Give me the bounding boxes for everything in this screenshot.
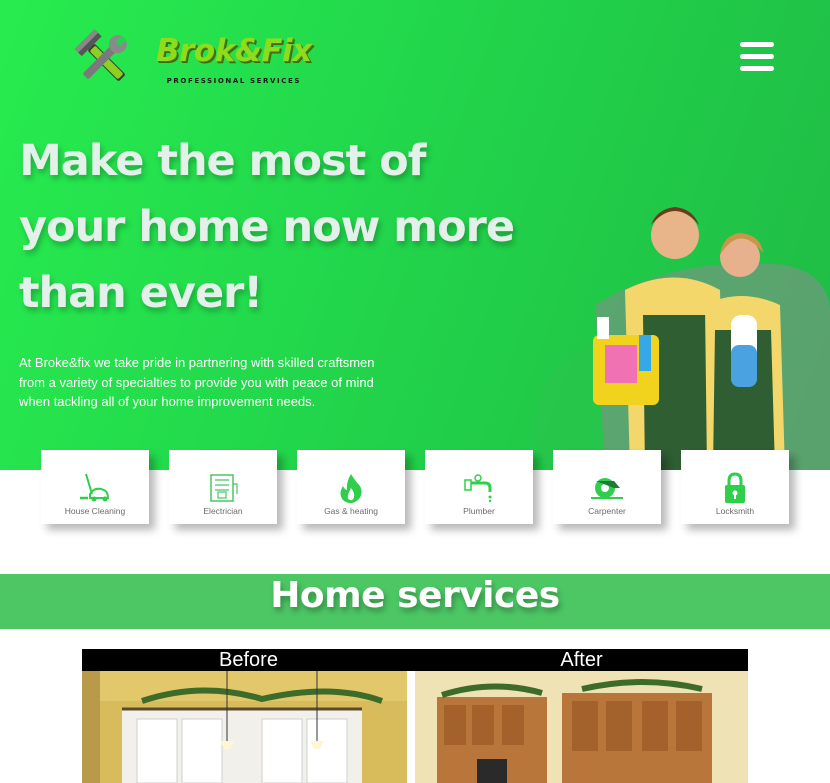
service-card-locksmith[interactable]: Locksmith [681,450,789,524]
faucet-icon [464,474,492,503]
intro-line: from a variety of specialties to provide… [19,374,374,390]
before-label: Before [219,649,278,671]
brand-logo[interactable]: Brok&Fix PROFESSIONAL SERVICES [68,28,312,90]
padlock-icon [725,472,745,503]
kitchen-photos [82,671,748,783]
service-label: Carpenter [588,506,626,516]
headline-line: your home now more [19,202,515,252]
cleaners-photo [535,207,830,470]
intro-line: when tackling all of your home improveme… [19,394,316,409]
vacuum-icon [80,473,110,502]
before-after-image: Before After [82,649,748,783]
intro-line: At Broke&fix we take pride in partnering… [19,355,375,370]
service-label: House Cleaning [64,506,126,516]
service-label: Plumber [463,506,495,516]
service-card-carpenter[interactable]: Carpenter [553,450,661,524]
service-card-house-cleaning[interactable]: House Cleaning [41,450,149,524]
hero-headline: Make the most of your home now more than… [19,128,539,326]
service-label: Locksmith [715,506,755,516]
after-label: After [560,649,603,671]
circular-saw-icon [591,478,623,499]
hammer-wrench-icon [74,29,127,81]
headline-line: than ever! [19,268,263,318]
service-label: Gas & heating [324,506,378,516]
service-card-plumber[interactable]: Plumber [425,450,533,524]
flame-icon [340,474,362,503]
hamburger-menu-icon[interactable] [740,42,774,72]
section-title: Home services [270,575,560,616]
electrical-panel-icon [210,474,238,502]
headline-line: Make the most of [19,136,426,186]
service-card-gas-heating[interactable]: Gas & heating [297,450,405,524]
brand-name: Brok&Fix [156,33,312,69]
service-label: Electrician [203,506,243,516]
hero-intro: At Broke&fix we take pride in partnering… [19,353,439,412]
hero-section: Brok&Fix PROFESSIONAL SERVICES Make the … [0,0,830,470]
brand-tagline: PROFESSIONAL SERVICES [166,77,301,85]
service-card-electrician[interactable]: Electrician [169,450,277,524]
services-row: House Cleaning Electrician Gas & heating… [41,450,801,530]
